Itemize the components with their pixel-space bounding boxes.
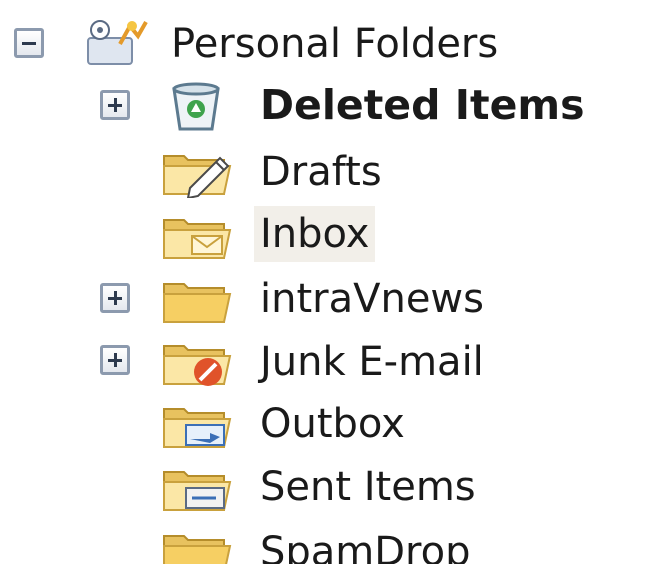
expand-icon[interactable] <box>100 90 130 120</box>
tree-node-label: Deleted Items <box>260 81 585 129</box>
drafts-folder-icon <box>160 142 234 198</box>
tree-node-intravnews[interactable]: intraVnews <box>0 268 658 330</box>
tree-node-label: Sent Items <box>260 464 476 510</box>
tree-node-spamdrop[interactable]: SpamDrop <box>0 520 658 564</box>
tree-node-label: intraVnews <box>260 276 484 322</box>
tree-node-label: Inbox <box>254 206 376 262</box>
expand-icon[interactable] <box>100 283 130 313</box>
inbox-folder-icon <box>160 206 234 262</box>
folder-icon <box>160 522 234 564</box>
recycle-bin-icon <box>160 77 234 133</box>
expand-icon[interactable] <box>100 345 130 375</box>
tree-node-sent-items[interactable]: Sent Items <box>0 456 658 518</box>
tree-node-personal-folders[interactable]: Personal Folders <box>0 12 658 74</box>
tree-node-label: Junk E-mail <box>260 339 484 385</box>
tree-node-label: Outbox <box>260 401 405 447</box>
outbox-folder-icon <box>160 395 234 451</box>
junk-mail-folder-icon <box>160 332 234 388</box>
folder-icon <box>160 270 234 326</box>
tree-node-outbox[interactable]: Outbox <box>0 393 658 455</box>
tree-node-label: SpamDrop <box>260 529 471 564</box>
sent-items-folder-icon <box>160 458 234 514</box>
collapse-icon[interactable] <box>14 28 44 58</box>
tree-node-junk-email[interactable]: Junk E-mail <box>0 330 658 392</box>
tree-node-deleted-items[interactable]: Deleted Items <box>0 75 658 137</box>
tree-node-label: Drafts <box>260 149 382 195</box>
tree-node-label: Personal Folders <box>171 21 499 67</box>
tree-node-drafts[interactable]: Drafts <box>0 140 658 202</box>
personal-folders-icon <box>80 14 154 70</box>
tree-node-inbox[interactable]: Inbox <box>0 204 658 266</box>
folder-tree: Personal Folders Deleted Items Drafts In… <box>0 0 658 564</box>
